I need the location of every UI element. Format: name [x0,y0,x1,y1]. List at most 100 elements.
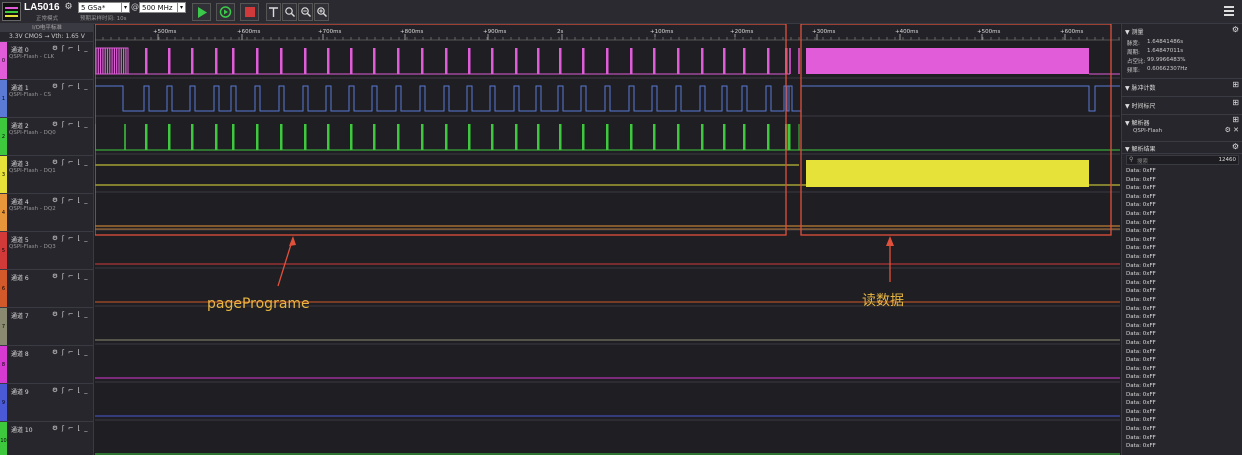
channel-label[interactable]: 通道 1 [11,83,29,92]
result-item[interactable]: Data: 0xFF [1126,220,1156,226]
channel-color-tab[interactable]: 7 [0,308,7,345]
result-item[interactable]: Data: 0xFF [1126,254,1156,260]
sample-rate-select[interactable]: 5 GSa* ▾ [78,2,130,13]
result-item[interactable]: Data: 0xFF [1126,237,1156,243]
channel-trigger-icons[interactable]: ⚙ ʃ ⌐ ⌊ _ [52,386,89,394]
channel-trigger-icons[interactable]: ⚙ ʃ ⌐ ⌊ _ [52,424,89,432]
result-item[interactable]: Data: 0xFF [1126,323,1156,329]
channel-color-tab[interactable]: 3 [0,156,7,193]
io-standard-select[interactable]: 3.3V CMOS → Vth: 1.65 V [0,32,94,41]
result-item[interactable]: Data: 0xFF [1126,435,1156,441]
result-item[interactable]: Data: 0xFF [1126,202,1156,208]
result-item[interactable]: Data: 0xFF [1126,340,1156,346]
zoom-out-button[interactable] [298,3,313,21]
channel-trigger-icons[interactable]: ⚙ ʃ ⌐ ⌊ _ [52,44,89,52]
channel-color-tab[interactable]: 5 [0,232,7,269]
channel-color-tab[interactable]: 4 [0,194,7,231]
result-item[interactable]: Data: 0xFF [1126,409,1156,415]
channel-color-tab[interactable]: 0 [0,42,7,79]
result-item[interactable]: Data: 0xFF [1126,383,1156,389]
channel-color-tab[interactable]: 2 [0,118,7,155]
result-item[interactable]: Data: 0xFF [1126,417,1156,423]
decoder-title[interactable]: ▼ 解析器 [1125,118,1150,127]
run-button[interactable] [192,3,211,21]
measure-title[interactable]: ▼ 测量 [1125,27,1144,36]
result-item[interactable]: Data: 0xFF [1126,288,1156,294]
frequency-select[interactable]: 500 MHz ▾ [139,2,186,13]
channel-trigger-icons[interactable]: ⚙ ʃ ⌐ ⌊ _ [52,348,89,356]
channel-trigger-icons[interactable]: ⚙ ʃ ⌐ ⌊ _ [52,310,89,318]
channel-color-tab[interactable]: 9 [0,384,7,421]
trigger-button[interactable] [266,3,281,21]
result-item[interactable]: Data: 0xFF [1126,168,1156,174]
result-item[interactable]: Data: 0xFF [1126,374,1156,380]
channel-label[interactable]: 通道 3 [11,159,29,168]
result-item[interactable]: Data: 0xFF [1126,245,1156,251]
decoder-item[interactable]: QSPI-Flash [1133,128,1162,134]
channel-label[interactable]: 通道 8 [11,349,29,358]
zoom-in-button[interactable] [314,3,329,21]
device-name[interactable]: LA5016 [24,2,60,13]
result-item[interactable]: Data: 0xFF [1126,271,1156,277]
result-item[interactable]: Data: 0xFF [1126,392,1156,398]
time-ruler-title[interactable]: ▼ 时间标尺 [1125,101,1156,110]
channel-label[interactable]: 通道 0 [11,45,29,54]
channel-row[interactable]: 6 通道 6 ⚙ ʃ ⌐ ⌊ _ [0,269,94,307]
zoom-fit-button[interactable] [282,3,297,21]
result-item[interactable]: Data: 0xFF [1126,228,1156,234]
channel-label[interactable]: 通道 5 [11,235,29,244]
channel-row[interactable]: 2 通道 2 QSPI-Flash - DQ0 ⚙ ʃ ⌐ ⌊ _ [0,117,94,155]
add-ruler-icon[interactable]: ⊞ [1232,98,1239,107]
results-search[interactable]: ⚲ 搜索 12460 [1126,155,1239,165]
result-item[interactable]: Data: 0xFF [1126,426,1156,432]
channel-row[interactable]: 10 通道 10 ⚙ ʃ ⌐ ⌊ _ [0,421,94,455]
result-item[interactable]: Data: 0xFF [1126,357,1156,363]
channel-row[interactable]: 7 通道 7 ⚙ ʃ ⌐ ⌊ _ [0,307,94,345]
channel-row[interactable]: 4 通道 4 QSPI-Flash - DQ2 ⚙ ʃ ⌐ ⌊ _ [0,193,94,231]
channel-row[interactable]: 0 通道 0 QSPI-Flash - CLK ⚙ ʃ ⌐ ⌊ _ [0,41,94,79]
channel-row[interactable]: 3 通道 3 QSPI-Flash - DQ1 ⚙ ʃ ⌐ ⌊ _ [0,155,94,193]
channel-label[interactable]: 通道 7 [11,311,29,320]
result-item[interactable]: Data: 0xFF [1126,331,1156,337]
channel-trigger-icons[interactable]: ⚙ ʃ ⌐ ⌊ _ [52,234,89,242]
channel-label[interactable]: 通道 9 [11,387,29,396]
result-item[interactable]: Data: 0xFF [1126,400,1156,406]
results-title[interactable]: ▼ 解析结果 [1125,144,1156,153]
result-item[interactable]: Data: 0xFF [1126,194,1156,200]
result-item[interactable]: Data: 0xFF [1126,177,1156,183]
result-item[interactable]: Data: 0xFF [1126,263,1156,269]
channel-row[interactable]: 5 通道 5 QSPI-Flash - DQ3 ⚙ ʃ ⌐ ⌊ _ [0,231,94,269]
result-item[interactable]: Data: 0xFF [1126,211,1156,217]
add-decoder-icon[interactable]: ⊞ [1232,115,1239,124]
measure-settings-gear-icon[interactable]: ⚙ [1232,25,1239,34]
channel-color-tab[interactable]: 8 [0,346,7,383]
channel-trigger-icons[interactable]: ⚙ ʃ ⌐ ⌊ _ [52,196,89,204]
channel-trigger-icons[interactable]: ⚙ ʃ ⌐ ⌊ _ [52,120,89,128]
channel-row[interactable]: 9 通道 9 ⚙ ʃ ⌐ ⌊ _ [0,383,94,421]
results-settings-gear-icon[interactable]: ⚙ [1232,142,1239,151]
hamburger-menu-icon[interactable] [1224,6,1234,16]
channel-color-tab[interactable]: 6 [0,270,7,307]
result-item[interactable]: Data: 0xFF [1126,297,1156,303]
waveform-canvas[interactable]: +500ms +600ms +700ms +800ms +900ms 2s +100ms +2… [95,24,1120,455]
device-settings-gear-icon[interactable]: ⚙ [63,2,74,13]
channel-row[interactable]: 8 通道 8 ⚙ ʃ ⌐ ⌊ _ [0,345,94,383]
channel-row[interactable]: 1 通道 1 QSPI-Flash - CS ⚙ ʃ ⌐ ⌊ _ [0,79,94,117]
channel-color-tab[interactable]: 1 [0,80,7,117]
decoder-gear-close-icon[interactable]: ⚙ ✕ [1225,126,1239,134]
search-input[interactable]: 搜索 [1137,157,1148,165]
channel-trigger-icons[interactable]: ⚙ ʃ ⌐ ⌊ _ [52,272,89,280]
result-item[interactable]: Data: 0xFF [1126,349,1156,355]
channel-trigger-icons[interactable]: ⚙ ʃ ⌐ ⌊ _ [52,158,89,166]
channel-label[interactable]: 通道 6 [11,273,29,282]
pulse-counter-title[interactable]: ▼ 脉冲计数 [1125,83,1156,92]
result-item[interactable]: Data: 0xFF [1126,280,1156,286]
channel-label[interactable]: 通道 10 [11,425,33,434]
single-run-button[interactable] [216,3,235,21]
result-item[interactable]: Data: 0xFF [1126,314,1156,320]
stop-button[interactable] [240,3,259,21]
result-item[interactable]: Data: 0xFF [1126,185,1156,191]
channel-label[interactable]: 通道 4 [11,197,29,206]
add-counter-icon[interactable]: ⊞ [1232,80,1239,89]
result-item[interactable]: Data: 0xFF [1126,443,1156,449]
